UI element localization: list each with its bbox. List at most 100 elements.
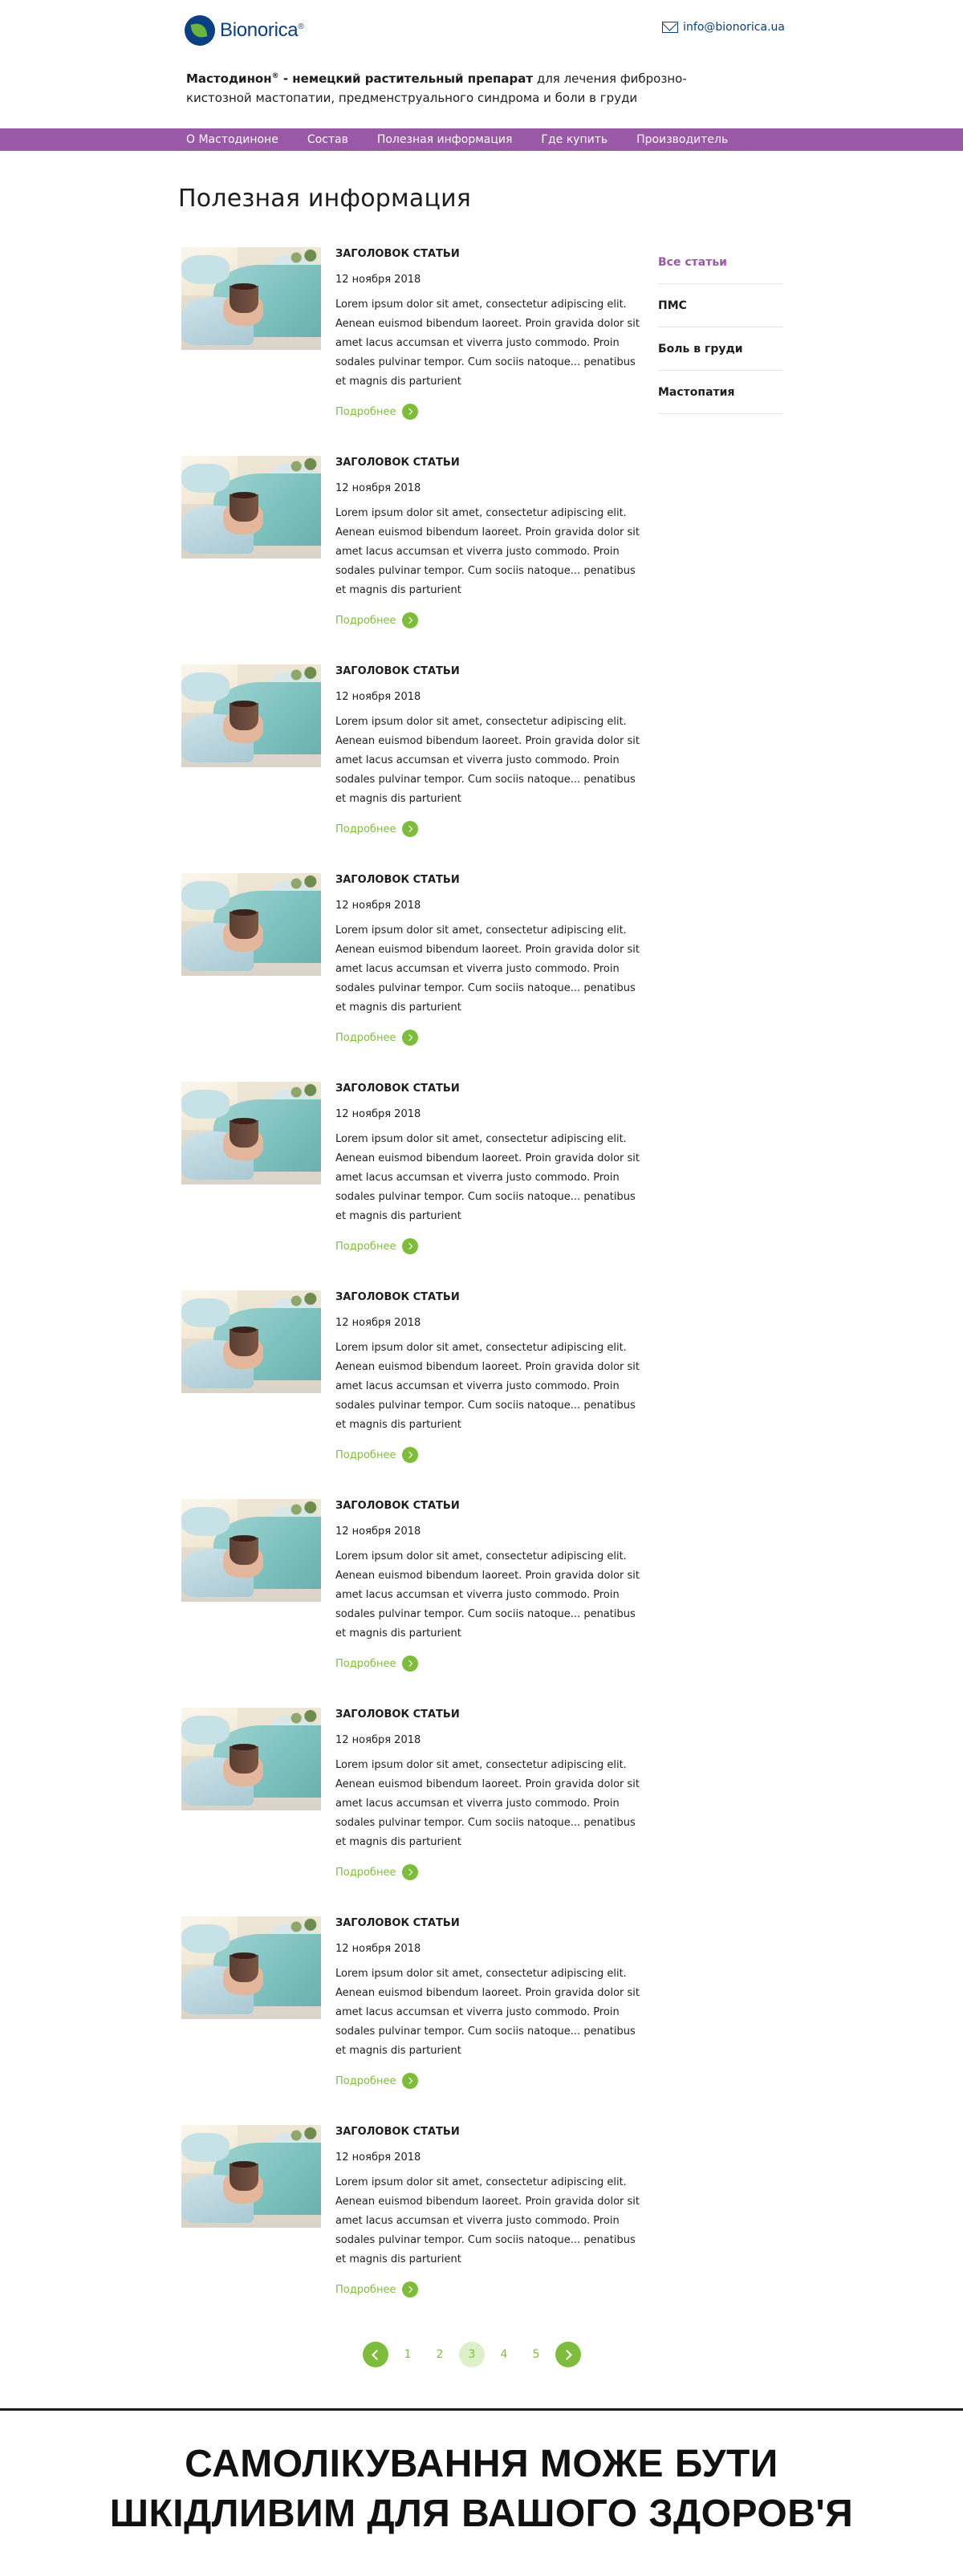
article-thumbnail[interactable]: [181, 247, 321, 350]
thumbnail-cup: [230, 1744, 258, 1774]
nav-item[interactable]: О Мастодиноне: [186, 133, 278, 146]
article-title[interactable]: ЗАГОЛОВОК СТАТЬИ: [335, 457, 640, 469]
article-thumbnail[interactable]: [181, 1290, 321, 1393]
article-title[interactable]: ЗАГОЛОВОК СТАТЬИ: [335, 1083, 640, 1095]
article-title[interactable]: ЗАГОЛОВОК СТАТЬИ: [335, 248, 640, 261]
article-excerpt: Lorem ipsum dolor sit amet, consectetur …: [335, 716, 640, 805]
thumbnail-plant: [286, 1499, 321, 1520]
article-excerpt: Lorem ipsum dolor sit amet, consectetur …: [335, 1759, 640, 1848]
envelope-icon: [662, 22, 679, 33]
chevron-right-circle-icon: [402, 1864, 419, 1880]
article-title[interactable]: ЗАГОЛОВОК СТАТЬИ: [335, 2126, 640, 2139]
article-thumbnail[interactable]: [181, 873, 321, 976]
page-number[interactable]: 4: [491, 2342, 517, 2367]
article-title[interactable]: ЗАГОЛОВОК СТАТЬИ: [335, 1709, 640, 1721]
read-more-label: Подробнее: [335, 823, 396, 835]
article-thumbnail[interactable]: [181, 456, 321, 559]
site-logo[interactable]: Bionorica®: [185, 14, 304, 47]
read-more-label: Подробнее: [335, 1866, 396, 1879]
page-number[interactable]: 5: [523, 2342, 549, 2367]
article-card: ЗАГОЛОВОК СТАТЬИ 12 ноября 2018 Lorem ipsu…: [181, 456, 640, 664]
site-header: Bionorica® info@bionorica.ua Мастодинон®…: [0, 0, 963, 128]
sidebar-category-item[interactable]: ПМС: [658, 284, 783, 327]
article-title[interactable]: ЗАГОЛОВОК СТАТЬИ: [335, 1500, 640, 1513]
thumbnail-cup: [230, 492, 258, 522]
article-thumbnail[interactable]: [181, 664, 321, 767]
article-date: 12 ноября 2018: [335, 1734, 421, 1746]
page-number[interactable]: 3: [459, 2342, 485, 2367]
article-thumbnail[interactable]: [181, 1916, 321, 2019]
sidebar-category-item[interactable]: Мастопатия: [658, 371, 783, 414]
nav-item[interactable]: Состав: [307, 133, 348, 146]
page-title: Полезная информация: [178, 185, 472, 213]
article-excerpt: Lorem ipsum dolor sit amet, consectetur …: [335, 2176, 640, 2265]
article-title[interactable]: ЗАГОЛОВОК СТАТЬИ: [335, 874, 640, 887]
thumbnail-plant: [286, 1082, 321, 1103]
contact-email[interactable]: info@bionorica.ua: [662, 21, 785, 34]
page-number[interactable]: 2: [427, 2342, 453, 2367]
article-date: 12 ноября 2018: [335, 2151, 421, 2164]
site-tagline: Мастодинон® - немецкий растительный преп…: [186, 71, 687, 105]
chevron-right-icon[interactable]: [555, 2342, 581, 2367]
thumbnail-sock: [181, 672, 230, 701]
read-more-link[interactable]: Подробнее: [335, 404, 640, 420]
article-title[interactable]: ЗАГОЛОВОК СТАТЬИ: [335, 1917, 640, 1930]
chevron-right-circle-icon: [402, 2073, 419, 2089]
read-more-link[interactable]: Подробнее: [335, 1030, 640, 1046]
article-date: 12 ноября 2018: [335, 1108, 421, 1120]
email-link[interactable]: info@bionorica.ua: [683, 21, 785, 34]
warning-line-2: ШКІДЛИВИМ ДЛЯ ВАШОГО ЗДОРОВ'Я: [109, 2493, 854, 2535]
article-title[interactable]: ЗАГОЛОВОК СТАТЬИ: [335, 1291, 640, 1304]
read-more-link[interactable]: Подробнее: [335, 1447, 640, 1463]
article-date: 12 ноября 2018: [335, 1526, 421, 1538]
read-more-label: Подробнее: [335, 1031, 396, 1044]
read-more-link[interactable]: Подробнее: [335, 1238, 640, 1254]
article-title[interactable]: ЗАГОЛОВОК СТАТЬИ: [335, 665, 640, 678]
thumbnail-cup: [230, 701, 258, 730]
article-thumbnail[interactable]: [181, 2125, 321, 2228]
nav-item[interactable]: Полезная информация: [377, 133, 513, 146]
nav-item[interactable]: Где купить: [541, 133, 607, 146]
article-body: ЗАГОЛОВОК СТАТЬИ 12 ноября 2018 Lorem ipsu…: [335, 2125, 640, 2298]
thumbnail-cup: [230, 1535, 258, 1565]
page-number[interactable]: 1: [395, 2342, 421, 2367]
chevron-right-circle-icon: [402, 1030, 419, 1046]
sidebar-category-item[interactable]: Боль в груди: [658, 327, 783, 371]
article-thumbnail[interactable]: [181, 1708, 321, 1810]
read-more-label: Подробнее: [335, 1657, 396, 1670]
thumbnail-plant: [286, 1916, 321, 1937]
read-more-link[interactable]: Подробнее: [335, 1656, 640, 1672]
sidebar-category-item[interactable]: Все статьи: [658, 241, 783, 284]
chevron-right-circle-icon: [402, 1656, 419, 1672]
chevron-right-circle-icon: [402, 404, 419, 420]
article-date: 12 ноября 2018: [335, 1943, 421, 1955]
thumbnail-plant: [286, 456, 321, 477]
read-more-link[interactable]: Подробнее: [335, 1864, 640, 1880]
read-more-link[interactable]: Подробнее: [335, 612, 640, 628]
thumbnail-sock: [181, 1924, 230, 1953]
nav-item[interactable]: Производитель: [636, 133, 728, 146]
article-card: ЗАГОЛОВОК СТАТЬИ 12 ноября 2018 Lorem ipsu…: [181, 1708, 640, 1916]
article-excerpt: Lorem ipsum dolor sit amet, consectetur …: [335, 924, 640, 1014]
read-more-label: Подробнее: [335, 2074, 396, 2087]
article-card: ЗАГОЛОВОК СТАТЬИ 12 ноября 2018 Lorem ipsu…: [181, 1082, 640, 1290]
article-body: ЗАГОЛОВОК СТАТЬИ 12 ноября 2018 Lorem ipsu…: [335, 1708, 640, 1880]
article-thumbnail[interactable]: [181, 1499, 321, 1602]
thumbnail-sock: [181, 1298, 230, 1327]
article-body: ЗАГОЛОВОК СТАТЬИ 12 ноября 2018 Lorem ipsu…: [335, 247, 640, 420]
read-more-label: Подробнее: [335, 1240, 396, 1253]
read-more-link[interactable]: Подробнее: [335, 821, 640, 837]
article-body: ЗАГОЛОВОК СТАТЬИ 12 ноября 2018 Lorem ipsu…: [335, 1916, 640, 2089]
thumbnail-sock: [181, 1716, 230, 1745]
article-thumbnail[interactable]: [181, 1082, 321, 1184]
article-list: ЗАГОЛОВОК СТАТЬИ 12 ноября 2018 Lorem ipsu…: [181, 247, 640, 2334]
thumbnail-sock: [181, 1507, 230, 1536]
chevron-right-circle-icon: [402, 612, 419, 628]
thumbnail-cup: [230, 283, 258, 313]
thumbnail-sock: [181, 881, 230, 910]
article-body: ЗАГОЛОВОК СТАТЬИ 12 ноября 2018 Lorem ipsu…: [335, 664, 640, 837]
read-more-link[interactable]: Подробнее: [335, 2073, 640, 2089]
article-excerpt: Lorem ipsum dolor sit amet, consectetur …: [335, 1342, 640, 1431]
read-more-link[interactable]: Подробнее: [335, 2281, 640, 2298]
chevron-left-icon[interactable]: [363, 2342, 388, 2367]
